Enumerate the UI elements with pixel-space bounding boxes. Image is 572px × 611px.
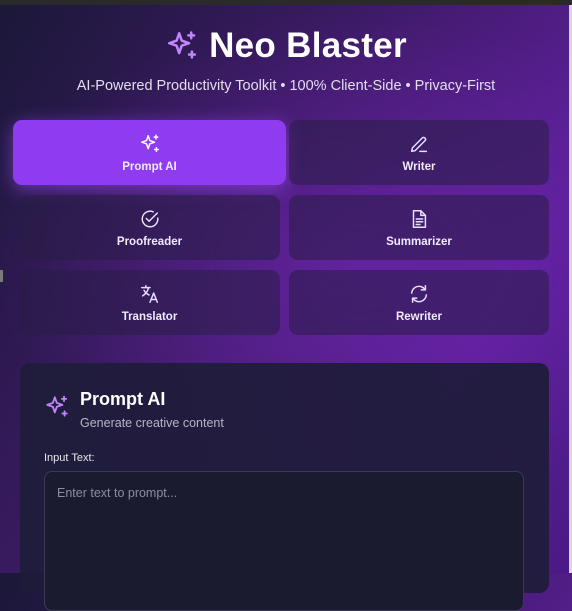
tool-translator[interactable]: Translator bbox=[19, 270, 280, 335]
prompt-input[interactable] bbox=[44, 471, 524, 611]
tool-prompt-ai[interactable]: Prompt AI bbox=[13, 120, 286, 185]
tool-summarizer[interactable]: Summarizer bbox=[289, 195, 549, 260]
tool-label: Translator bbox=[121, 310, 178, 323]
title-row: Neo Blaster bbox=[0, 22, 572, 70]
input-label: Input Text: bbox=[44, 452, 95, 464]
document-icon bbox=[412, 209, 427, 228]
app-title: Neo Blaster bbox=[209, 26, 407, 65]
check-circle-icon bbox=[141, 210, 159, 227]
window-top-bar bbox=[0, 0, 572, 5]
sparkles-icon bbox=[46, 395, 68, 417]
app-subtitle: AI-Powered Productivity Toolkit • 100% C… bbox=[76, 78, 496, 94]
sparkles-icon bbox=[168, 31, 197, 59]
tool-label: Proofreader bbox=[116, 235, 183, 248]
tool-writer[interactable]: Writer bbox=[289, 120, 549, 185]
refresh-icon bbox=[410, 284, 428, 303]
tool-rewriter[interactable]: Rewriter bbox=[289, 270, 549, 335]
pen-icon bbox=[410, 136, 428, 152]
tool-label: Rewriter bbox=[395, 310, 443, 323]
panel-header: Prompt AI Generate creative content bbox=[44, 387, 224, 430]
panel-subtitle: Generate creative content bbox=[80, 416, 224, 430]
left-edge-marker bbox=[0, 270, 3, 282]
tool-label: Summarizer bbox=[386, 235, 452, 248]
panel-title: Prompt AI bbox=[80, 389, 166, 409]
translate-icon bbox=[140, 284, 158, 303]
tool-label: Writer bbox=[402, 160, 436, 173]
tool-grid: Prompt AI Writer Proofreader Summarizer bbox=[13, 120, 549, 335]
tool-panel: Prompt AI Generate creative content Inpu… bbox=[20, 363, 549, 611]
sparkles-icon bbox=[140, 134, 159, 152]
tool-label: Prompt AI bbox=[122, 160, 177, 173]
tool-proofreader[interactable]: Proofreader bbox=[19, 195, 280, 260]
app-header: Neo Blaster AI-Powered Productivity Tool… bbox=[0, 22, 572, 94]
panel-heading-text: Prompt AI Generate creative content bbox=[80, 387, 224, 430]
